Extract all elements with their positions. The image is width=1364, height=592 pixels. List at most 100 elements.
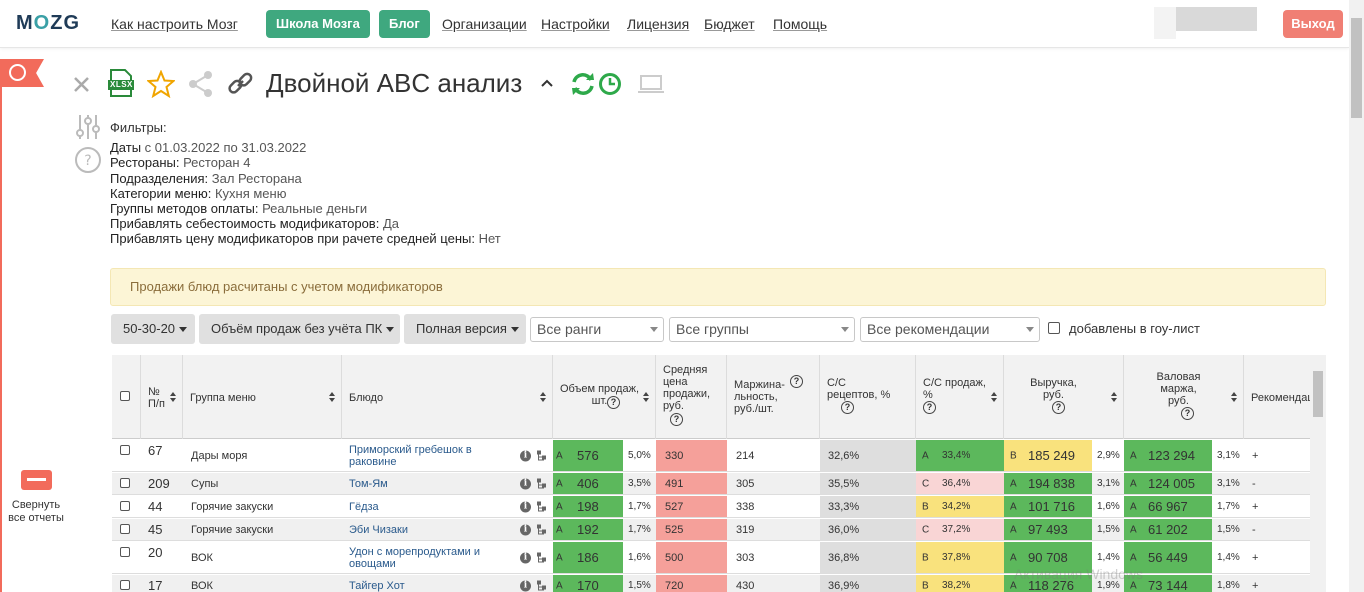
info-icon[interactable]: i xyxy=(520,524,531,535)
header-recommendation[interactable]: Рекомендац xyxy=(1244,355,1310,439)
cell-margin: 319 xyxy=(736,523,755,536)
nav-link-help[interactable]: Помощь xyxy=(773,16,827,32)
tree-icon[interactable] xyxy=(536,501,547,512)
sort-icon xyxy=(643,392,649,402)
info-icon[interactable]: i xyxy=(520,478,531,489)
sliders-icon[interactable] xyxy=(74,113,102,141)
dish-link[interactable]: Приморский гребешок в раковине xyxy=(349,444,513,468)
header-volume[interactable]: Объем продаж, шт.? xyxy=(553,355,656,439)
cell-cs-sales: A 33,4% xyxy=(916,440,1004,471)
cell-avg-price: 527 xyxy=(656,496,727,517)
info-icon[interactable]: i xyxy=(520,580,531,591)
cell-recommendation: + xyxy=(1252,449,1259,462)
nav-link-how-to-setup[interactable]: Как настроить Мозг xyxy=(111,16,238,32)
school-button[interactable]: Школа Мозга xyxy=(266,10,370,38)
tree-icon[interactable] xyxy=(536,552,547,563)
cell-margin: 214 xyxy=(736,449,755,462)
page-scrollbar[interactable] xyxy=(1349,0,1364,592)
help-icon[interactable]: ? xyxy=(1181,407,1194,420)
nav-link-license[interactable]: Лицензия xyxy=(627,16,689,32)
info-icon[interactable]: i xyxy=(520,552,531,563)
help-icon[interactable]: ? xyxy=(841,401,854,414)
refresh-icon[interactable] xyxy=(570,71,596,97)
cell-dish: Удон с морепродуктами и овощами i xyxy=(342,542,553,573)
table-scrollbar[interactable] xyxy=(1310,355,1326,592)
caret-down-icon xyxy=(386,327,395,333)
brain-tab[interactable] xyxy=(0,59,44,87)
help-icon[interactable]: ? xyxy=(670,413,683,426)
volume-dropdown[interactable]: Объём продаж без учёта ПК xyxy=(199,314,400,344)
cell-volume-pct: 1,7% xyxy=(628,523,651,535)
groups-select[interactable]: Все группы xyxy=(669,317,855,342)
help-icon[interactable]: ? xyxy=(607,396,620,409)
tree-icon[interactable] xyxy=(536,580,547,591)
cell-cs-recipes: 33,3% xyxy=(820,496,916,517)
help-icon[interactable]: ? xyxy=(790,375,803,388)
link-icon[interactable] xyxy=(227,70,254,97)
mozg-logo[interactable]: MOZG xyxy=(16,12,80,35)
user-name-placeholder[interactable] xyxy=(1176,7,1257,31)
row-checkbox-cell xyxy=(112,519,141,540)
cell-avg-price: 500 xyxy=(656,542,727,573)
header-revenue[interactable]: Выручка, руб.? xyxy=(1004,355,1124,439)
close-icon[interactable] xyxy=(73,76,90,93)
info-icon[interactable]: i xyxy=(520,450,531,461)
info-icon[interactable]: i xyxy=(520,501,531,512)
dish-link[interactable]: Гёдза xyxy=(349,501,513,513)
select-all-checkbox[interactable] xyxy=(120,391,130,401)
cell-revenue-pct: 3,1% xyxy=(1097,477,1120,489)
help-icon[interactable]: ? xyxy=(74,146,102,174)
row-checkbox[interactable] xyxy=(120,547,130,557)
ranks-select[interactable]: Все ранги xyxy=(530,317,664,342)
header-cs-sales[interactable]: С/С продаж, %? xyxy=(916,355,1004,439)
dish-link[interactable]: Удон с морепродуктами и овощами xyxy=(349,546,513,570)
blog-button[interactable]: Блог xyxy=(379,10,430,38)
header-group[interactable]: Группа меню xyxy=(183,355,342,439)
row-checkbox[interactable] xyxy=(120,478,130,488)
tree-icon[interactable] xyxy=(536,524,547,535)
version-dropdown[interactable]: Полная версия xyxy=(404,314,526,344)
header-avg-price[interactable]: Средняя цена продажи, руб.? xyxy=(656,355,727,439)
nav-link-organizations[interactable]: Организации xyxy=(442,16,527,32)
clock-icon[interactable] xyxy=(598,72,622,96)
dish-link[interactable]: Тайгер Хот xyxy=(349,580,513,592)
nav-link-settings[interactable]: Настройки xyxy=(541,16,610,32)
logout-button[interactable]: Выход xyxy=(1283,10,1343,38)
cell-dish: Приморский гребешок в раковине i xyxy=(342,440,553,471)
table-scrollbar-thumb[interactable] xyxy=(1313,371,1323,417)
golist-checkbox[interactable] xyxy=(1048,322,1060,334)
header-num[interactable]: № П/п xyxy=(141,355,183,439)
row-checkbox[interactable] xyxy=(120,524,130,534)
xlsx-export-icon[interactable]: XLSX xyxy=(107,69,135,97)
cell-num: 45 xyxy=(148,521,163,537)
laptop-icon[interactable] xyxy=(637,74,665,94)
caret-down-icon xyxy=(179,327,188,333)
row-checkbox[interactable] xyxy=(120,580,130,590)
dish-link[interactable]: Том-Ям xyxy=(349,478,513,490)
collapse-all-button[interactable] xyxy=(21,470,52,490)
header-gross-margin[interactable]: Валовая маржа, руб.? xyxy=(1124,355,1244,439)
nav-link-budget[interactable]: Бюджет xyxy=(704,16,755,32)
header-cs-recipes[interactable]: С/С рецептов, %? xyxy=(820,355,916,439)
collapse-all-label[interactable]: Свернуть все отчеты xyxy=(4,499,68,525)
header-dish[interactable]: Блюдо xyxy=(342,355,553,439)
cell-gross-margin-pct: 3,1% xyxy=(1217,449,1240,461)
sort-icon xyxy=(540,392,546,402)
side-accent-line xyxy=(0,72,2,592)
help-icon[interactable]: ? xyxy=(923,401,936,414)
star-icon[interactable] xyxy=(147,70,175,98)
help-icon[interactable]: ? xyxy=(1052,401,1065,414)
recommendations-select[interactable]: Все рекомендации xyxy=(860,317,1040,342)
row-checkbox[interactable] xyxy=(120,445,130,455)
share-icon[interactable] xyxy=(188,70,214,98)
chevron-up-icon[interactable] xyxy=(540,78,554,88)
row-checkbox[interactable] xyxy=(120,501,130,511)
page-scrollbar-thumb[interactable] xyxy=(1351,18,1362,118)
tree-icon[interactable] xyxy=(536,450,547,461)
dish-link[interactable]: Эби Чизаки xyxy=(349,524,513,536)
ratio-dropdown[interactable]: 50-30-20 xyxy=(111,314,195,344)
tree-icon[interactable] xyxy=(536,478,547,489)
header-margin[interactable]: Маржина-льность, руб./шт.? xyxy=(727,355,820,439)
cell-cs-recipes: 36,9% xyxy=(820,575,916,592)
svg-text:?: ? xyxy=(84,153,91,169)
